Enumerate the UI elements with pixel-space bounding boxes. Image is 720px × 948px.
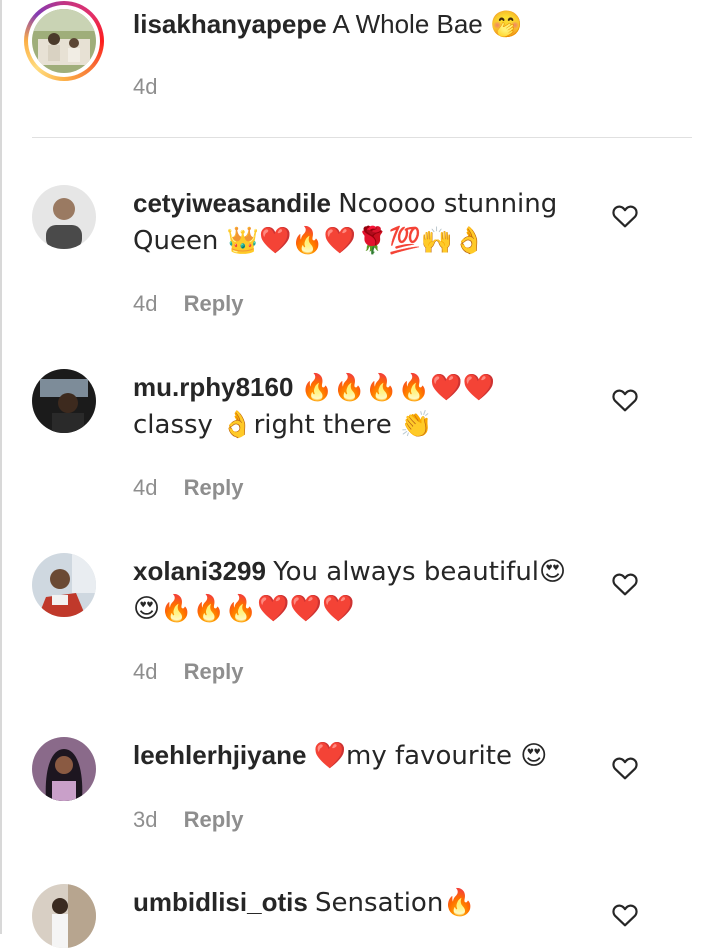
like-heart-icon[interactable] [612,388,638,412]
comment-body: ❤️my favourite 😍 [313,741,548,771]
reply-button[interactable]: Reply [184,659,244,684]
post-caption: lisakhanyapepe A Whole Bae 🤭 4d [0,0,720,138]
reply-button[interactable]: Reply [184,291,244,316]
left-edge-border [0,0,2,934]
comment-time: 4d [133,291,158,316]
comment-avatar[interactable] [32,369,96,433]
comment-meta: 4d Reply [133,657,244,687]
comment-text: leehlerhjiyane ❤️my favourite 😍 [133,737,573,774]
comment-time: 3d [133,807,158,832]
comment-avatar[interactable] [32,884,96,948]
reply-button[interactable]: Reply [184,807,244,832]
caption-username[interactable]: lisakhanyapepe [133,9,327,39]
like-heart-icon[interactable] [612,572,638,596]
caption-body: A Whole Bae 🤭 [332,9,523,39]
caption-avatar[interactable] [24,1,104,81]
comment-time: 4d [133,475,158,500]
caption-divider [32,137,692,138]
like-heart-icon[interactable] [612,204,638,228]
comment-username[interactable]: mu.rphy8160 [133,372,293,402]
caption-text: lisakhanyapepe A Whole Bae 🤭 [133,6,573,42]
comment-meta: 4d Reply [133,473,244,503]
comment-body: Sensation🔥 [315,888,476,918]
like-heart-icon[interactable] [612,903,638,927]
comment-meta: 3d Reply [133,805,244,835]
comment-text: mu.rphy8160 🔥🔥🔥🔥❤️❤️ classy 👌right there… [133,369,573,443]
comment-time: 4d [133,659,158,684]
comment-username[interactable]: cetyiweasandile [133,188,331,218]
comment-avatar[interactable] [32,185,96,249]
comment-avatar[interactable] [32,553,96,617]
comment-text: umbidlisi_otis Sensation🔥 [133,884,573,921]
comment-text: xolani3299 You always beautiful😍😍🔥🔥🔥❤️❤️… [133,553,573,627]
comment-username[interactable]: xolani3299 [133,556,266,586]
comment-avatar[interactable] [32,737,96,801]
comment-username[interactable]: leehlerhjiyane [133,740,306,770]
comment-username[interactable]: umbidlisi_otis [133,887,308,917]
comment-text: cetyiweasandile Ncoooo stunning Queen 👑❤… [133,185,573,259]
reply-button[interactable]: Reply [184,475,244,500]
caption-time: 4d [133,74,158,99]
caption-meta: 4d [133,72,157,102]
comment-meta: 4d Reply [133,289,244,319]
like-heart-icon[interactable] [612,756,638,780]
